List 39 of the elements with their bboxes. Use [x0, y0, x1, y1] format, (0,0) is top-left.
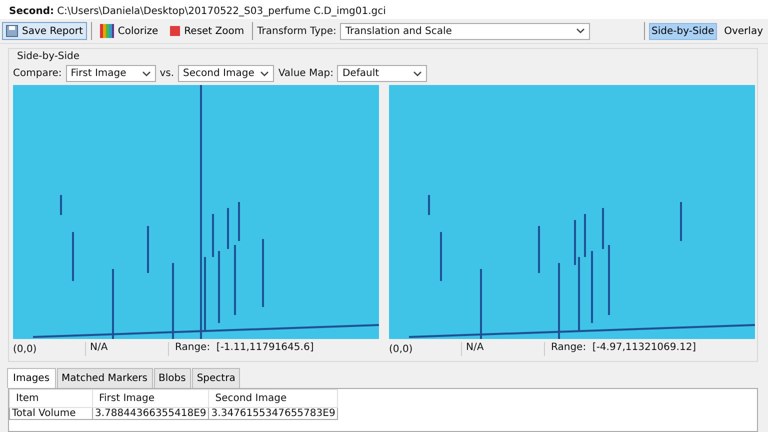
view-mode-toggle[interactable]: Side-by-Side — [648, 22, 718, 40]
second-image-dropdown[interactable]: Second Image — [178, 65, 274, 82]
reset-zoom-button[interactable]: Reset Zoom — [166, 22, 248, 40]
group-title: Side-by-Side — [17, 51, 81, 62]
transform-type-dropdown[interactable]: Translation and Scale — [340, 22, 590, 40]
range-text: Range: [-4.97,11321069.12] — [544, 342, 696, 356]
vs-label: vs. — [160, 68, 174, 79]
range-text: Range: [-1.11,11791645.6] — [168, 342, 314, 356]
file-label: Second: — [9, 6, 54, 17]
transform-type-label: Transform Type: — [257, 26, 336, 36]
chevron-down-icon — [142, 70, 151, 76]
floppy-icon — [6, 25, 18, 37]
chevron-down-icon — [260, 70, 270, 76]
table-cell: 3.3476155347655783E9 — [208, 408, 338, 420]
column-header: First Image — [92, 390, 209, 408]
save-report-button[interactable]: Save Report — [2, 22, 87, 40]
value-text: N/A — [461, 342, 544, 356]
color-swatch-icon — [100, 24, 114, 38]
value-text: N/A — [85, 342, 168, 356]
column-header: Item — [10, 390, 92, 408]
colorize-button[interactable]: Colorize — [96, 21, 162, 41]
chevron-down-icon — [413, 70, 422, 76]
first-image-dropdown[interactable]: First Image — [66, 65, 156, 82]
table-cell: 3.78844366355418E9 — [92, 408, 209, 420]
table-cell: Total Volume — [10, 408, 92, 420]
tab[interactable]: Blobs — [154, 368, 191, 388]
view-mode-toggle[interactable]: Overlay — [721, 22, 766, 40]
tab[interactable]: Matched Markers — [56, 368, 152, 388]
tab[interactable]: Spectra — [192, 368, 240, 388]
chevron-down-icon — [576, 28, 586, 34]
coordinates-text: (0,0) — [389, 344, 414, 354]
value-map-dropdown[interactable]: Default — [337, 65, 428, 82]
coordinates-text: (0,0) — [13, 344, 38, 354]
column-header: Second Image — [208, 390, 338, 408]
file-path: C:\Users\Daniela\Desktop\20170522_S03_perfume C.D_img01.gci — [57, 6, 386, 17]
value-map-label: Value Map: — [278, 68, 334, 79]
compare-label: Compare: — [13, 68, 62, 79]
tab[interactable]: Images — [7, 368, 56, 388]
square-icon — [170, 26, 180, 36]
